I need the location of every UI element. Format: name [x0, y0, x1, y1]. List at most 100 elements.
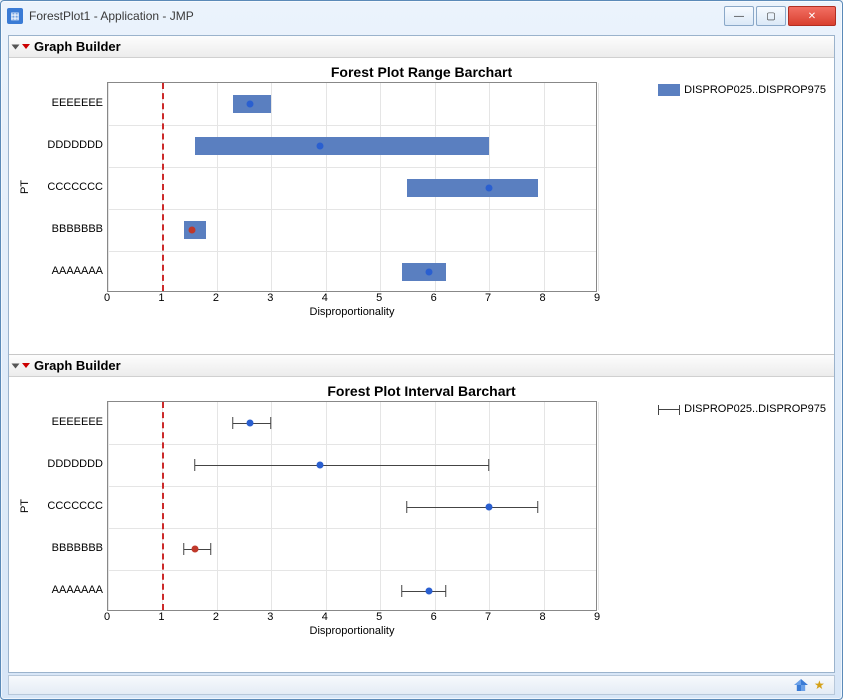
gridline-h [108, 251, 596, 252]
range-bar [195, 137, 489, 156]
legend-label: DISPROP025..DISPROP975 [684, 403, 826, 415]
gridline-v [326, 402, 327, 610]
error-bar [195, 465, 489, 466]
home-icon[interactable] [794, 679, 808, 691]
data-point [189, 227, 196, 234]
panel-title: Graph Builder [34, 39, 121, 54]
error-bar-cap [488, 459, 489, 471]
close-button[interactable]: ✕ [788, 6, 836, 26]
client-area: Graph Builder Forest Plot Range Barchart… [8, 35, 835, 673]
x-axis: Disproportionality 0123456789 [107, 611, 597, 641]
minimize-button[interactable]: — [724, 6, 754, 26]
reference-line [162, 402, 164, 610]
gridline-v [217, 83, 218, 291]
disclosure-icon[interactable] [12, 363, 20, 368]
panel-header[interactable]: Graph Builder [9, 36, 834, 58]
data-point [192, 546, 199, 553]
data-point [486, 185, 493, 192]
plot-area-range[interactable] [107, 82, 597, 292]
error-bar [402, 591, 446, 592]
x-tick-label: 3 [267, 611, 273, 623]
data-point [246, 420, 253, 427]
gridline-v [380, 402, 381, 610]
x-tick-label: 8 [539, 611, 545, 623]
x-tick-label: 6 [431, 292, 437, 304]
y-tick-label: AAAAAAA [52, 584, 103, 596]
x-tick-label: 0 [104, 292, 110, 304]
data-point [246, 101, 253, 108]
y-axis-label: PT [17, 82, 33, 292]
star-icon[interactable]: ★ [814, 679, 828, 691]
gridline-h [108, 125, 596, 126]
panel-body-2: Forest Plot Interval Barchart PT EEEEEEE… [9, 377, 834, 673]
x-tick-label: 4 [322, 292, 328, 304]
gridline-v [435, 402, 436, 610]
gridline-h [108, 486, 596, 487]
panel-graph-builder-1: Graph Builder Forest Plot Range Barchart… [9, 36, 834, 354]
x-tick-label: 9 [594, 292, 600, 304]
menu-hotspot-icon[interactable] [22, 44, 30, 49]
reference-line [162, 83, 164, 291]
range-bar [402, 263, 446, 282]
data-point [486, 504, 493, 511]
gridline-v [598, 402, 599, 610]
error-bar-cap [401, 585, 402, 597]
x-tick-label: 5 [376, 611, 382, 623]
gridline-v [108, 402, 109, 610]
x-axis: Disproportionality 0 1 2 3 4 5 6 7 8 9 [107, 292, 597, 322]
error-bar [407, 507, 538, 508]
x-tick-label: 8 [539, 292, 545, 304]
maximize-button[interactable]: ▢ [756, 6, 786, 26]
legend-swatch-box [658, 84, 680, 96]
gridline-h [108, 167, 596, 168]
y-tick-label: EEEEEEE [52, 97, 103, 109]
titlebar[interactable]: ▦ ForestPlot1 - Application - JMP — ▢ ✕ [1, 1, 842, 31]
range-bar [407, 179, 538, 198]
error-bar-cap [271, 417, 272, 429]
y-tick-label: CCCCCCC [47, 500, 103, 512]
gridline-h [108, 528, 596, 529]
data-point [317, 462, 324, 469]
x-tick-label: 7 [485, 292, 491, 304]
error-bar-cap [232, 417, 233, 429]
app-window: ▦ ForestPlot1 - Application - JMP — ▢ ✕ … [0, 0, 843, 700]
error-bar-cap [211, 543, 212, 555]
gridline-v [271, 402, 272, 610]
data-point [426, 269, 433, 276]
panel-body-1: Forest Plot Range Barchart PT EEEEEEEDDD… [9, 58, 834, 354]
plot-row: PT EEEEEEEDDDDDDDCCCCCCCBBBBBBBAAAAAAA D… [17, 401, 826, 611]
error-bar-cap [194, 459, 195, 471]
legend-swatch-interval [658, 409, 680, 410]
x-tick-label: 3 [267, 292, 273, 304]
panel-header[interactable]: Graph Builder [9, 355, 834, 377]
gridline-v [271, 83, 272, 291]
chart-title: Forest Plot Range Barchart [17, 64, 826, 80]
disclosure-icon[interactable] [12, 44, 20, 49]
x-axis-label: Disproportionality [310, 306, 395, 318]
x-tick-label: 2 [213, 292, 219, 304]
chart-title: Forest Plot Interval Barchart [17, 383, 826, 399]
x-tick-label: 5 [376, 292, 382, 304]
menu-hotspot-icon[interactable] [22, 363, 30, 368]
gridline-v [380, 83, 381, 291]
x-tick-label: 6 [431, 611, 437, 623]
y-categories: EEEEEEEDDDDDDDCCCCCCCBBBBBBBAAAAAAA [33, 401, 107, 611]
x-tick-label: 9 [594, 611, 600, 623]
status-bar: ★ [8, 675, 835, 695]
panel-title: Graph Builder [34, 358, 121, 373]
window-title: ForestPlot1 - Application - JMP [29, 9, 722, 23]
window-buttons: — ▢ ✕ [722, 6, 836, 26]
data-point [426, 588, 433, 595]
x-tick-label: 4 [322, 611, 328, 623]
x-tick-label: 2 [213, 611, 219, 623]
error-bar-cap [183, 543, 184, 555]
data-point [317, 143, 324, 150]
app-icon: ▦ [7, 8, 23, 24]
y-categories: EEEEEEEDDDDDDDCCCCCCCBBBBBBBAAAAAAA [33, 82, 107, 292]
legend-range: DISPROP025..DISPROP975 [658, 84, 826, 96]
x-tick-label: 1 [158, 292, 164, 304]
gridline-h [108, 444, 596, 445]
y-axis-label: PT [17, 401, 33, 611]
y-tick-label: BBBBBBB [52, 223, 103, 235]
plot-area-interval[interactable] [107, 401, 597, 611]
